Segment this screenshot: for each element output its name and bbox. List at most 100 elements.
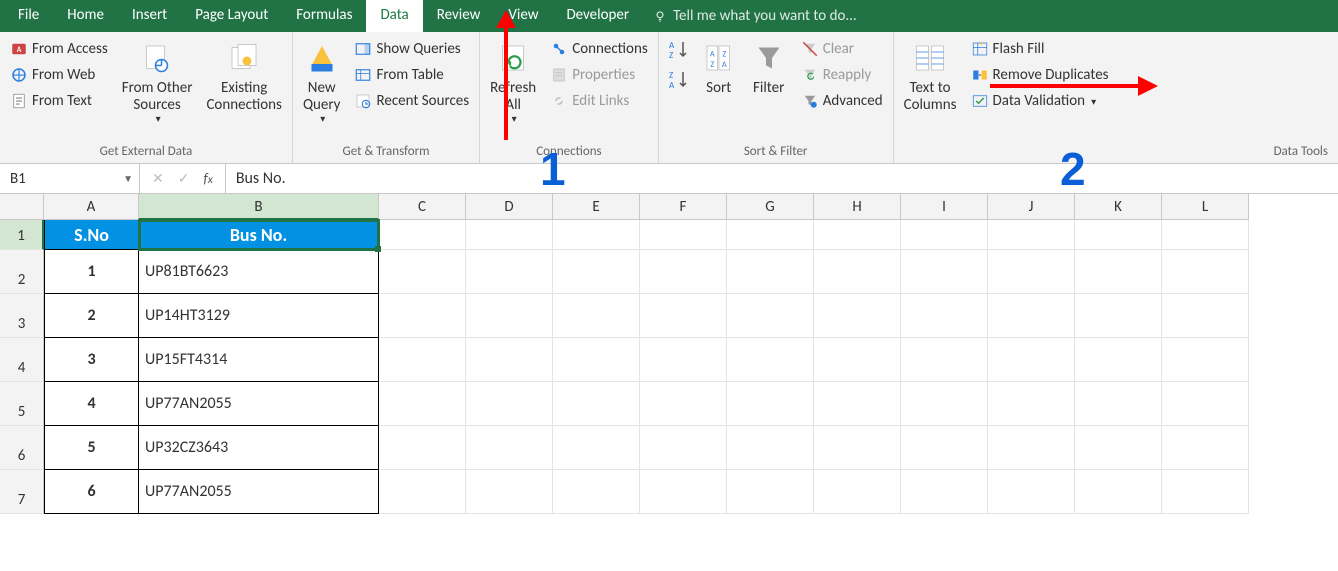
row-header-5[interactable]: 5 [0, 382, 44, 426]
cell-E7[interactable] [553, 470, 640, 514]
cell-K2[interactable] [1075, 250, 1162, 294]
tab-file[interactable]: File [4, 0, 53, 32]
edit-links-button[interactable]: Edit Links [546, 90, 652, 112]
column-header-B[interactable]: B [139, 194, 379, 220]
cell-A1[interactable]: S.No [44, 220, 139, 250]
cell-L5[interactable] [1162, 382, 1249, 426]
cell-L4[interactable] [1162, 338, 1249, 382]
cell-C2[interactable] [379, 250, 466, 294]
cell-F6[interactable] [640, 426, 727, 470]
row-header-1[interactable]: 1 [0, 220, 44, 250]
cell-B3[interactable]: UP14HT3129 [139, 294, 379, 338]
formula-input[interactable]: Bus No. [226, 169, 1338, 188]
cell-C6[interactable] [379, 426, 466, 470]
row-header-2[interactable]: 2 [0, 250, 44, 294]
cell-G2[interactable] [727, 250, 814, 294]
cell-H1[interactable] [814, 220, 901, 250]
cell-L7[interactable] [1162, 470, 1249, 514]
refresh-all-button[interactable]: Refresh All▾ [486, 38, 540, 126]
tab-review[interactable]: Review [423, 0, 495, 32]
cell-C3[interactable] [379, 294, 466, 338]
cell-F1[interactable] [640, 220, 727, 250]
row-header-7[interactable]: 7 [0, 470, 44, 514]
formula-enter-icon[interactable]: ✓ [178, 170, 190, 187]
cell-F5[interactable] [640, 382, 727, 426]
formula-cancel-icon[interactable]: ✕ [152, 170, 164, 187]
show-queries-button[interactable]: Show Queries [350, 38, 473, 60]
cell-H7[interactable] [814, 470, 901, 514]
reapply-button[interactable]: Reapply [797, 64, 887, 86]
tab-home[interactable]: Home [53, 0, 118, 32]
tab-developer[interactable]: Developer [552, 0, 643, 32]
cell-I1[interactable] [901, 220, 988, 250]
sort-desc-button[interactable]: ZA [665, 68, 691, 90]
from-other-sources-button[interactable]: From Other Sources▾ [118, 38, 197, 126]
existing-connections-button[interactable]: Existing Connections [202, 38, 286, 115]
cell-B2[interactable]: UP81BT6623 [139, 250, 379, 294]
cell-E5[interactable] [553, 382, 640, 426]
cell-J7[interactable] [988, 470, 1075, 514]
cell-G6[interactable] [727, 426, 814, 470]
cell-E2[interactable] [553, 250, 640, 294]
cell-B1[interactable]: Bus No. [139, 220, 379, 250]
cell-F2[interactable] [640, 250, 727, 294]
cell-F3[interactable] [640, 294, 727, 338]
cell-E1[interactable] [553, 220, 640, 250]
cell-H3[interactable] [814, 294, 901, 338]
name-box[interactable]: B1 ▼ [0, 164, 140, 193]
cell-K1[interactable] [1075, 220, 1162, 250]
advanced-button[interactable]: Advanced [797, 90, 887, 112]
cell-A6[interactable]: 5 [44, 426, 139, 470]
cell-B4[interactable]: UP15FT4314 [139, 338, 379, 382]
cell-A3[interactable]: 2 [44, 294, 139, 338]
cell-A5[interactable]: 4 [44, 382, 139, 426]
cell-J5[interactable] [988, 382, 1075, 426]
remove-duplicates-button[interactable]: Remove Duplicates [967, 64, 1113, 86]
cell-D3[interactable] [466, 294, 553, 338]
cell-G7[interactable] [727, 470, 814, 514]
cell-C7[interactable] [379, 470, 466, 514]
properties-button[interactable]: Properties [546, 64, 652, 86]
filter-button[interactable]: Filter [747, 38, 791, 99]
row-header-3[interactable]: 3 [0, 294, 44, 338]
cell-H5[interactable] [814, 382, 901, 426]
cell-J2[interactable] [988, 250, 1075, 294]
cell-A4[interactable]: 3 [44, 338, 139, 382]
flash-fill-button[interactable]: Flash Fill [967, 38, 1113, 60]
cell-H6[interactable] [814, 426, 901, 470]
cell-F7[interactable] [640, 470, 727, 514]
column-header-J[interactable]: J [988, 194, 1075, 220]
cell-C1[interactable] [379, 220, 466, 250]
cell-B5[interactable]: UP77AN2055 [139, 382, 379, 426]
cell-D1[interactable] [466, 220, 553, 250]
from-text-button[interactable]: From Text [6, 90, 112, 112]
cell-G4[interactable] [727, 338, 814, 382]
tell-me-search[interactable]: Tell me what you want to do... [643, 0, 857, 32]
cell-K7[interactable] [1075, 470, 1162, 514]
cell-F4[interactable] [640, 338, 727, 382]
cell-H2[interactable] [814, 250, 901, 294]
cell-D7[interactable] [466, 470, 553, 514]
cell-E3[interactable] [553, 294, 640, 338]
cell-J6[interactable] [988, 426, 1075, 470]
text-to-columns-button[interactable]: Text to Columns [900, 38, 961, 115]
cell-D2[interactable] [466, 250, 553, 294]
clear-button[interactable]: Clear [797, 38, 887, 60]
from-table-button[interactable]: From Table [350, 64, 473, 86]
cell-G3[interactable] [727, 294, 814, 338]
tab-page-layout[interactable]: Page Layout [181, 0, 282, 32]
from-web-button[interactable]: From Web [6, 64, 112, 86]
cell-G5[interactable] [727, 382, 814, 426]
cell-I6[interactable] [901, 426, 988, 470]
new-query-button[interactable]: New Query▾ [299, 38, 345, 126]
cell-L6[interactable] [1162, 426, 1249, 470]
cell-K5[interactable] [1075, 382, 1162, 426]
cell-H4[interactable] [814, 338, 901, 382]
cell-K6[interactable] [1075, 426, 1162, 470]
cell-A2[interactable]: 1 [44, 250, 139, 294]
cell-E4[interactable] [553, 338, 640, 382]
row-header-6[interactable]: 6 [0, 426, 44, 470]
column-header-A[interactable]: A [44, 194, 139, 220]
cell-K3[interactable] [1075, 294, 1162, 338]
column-header-G[interactable]: G [727, 194, 814, 220]
